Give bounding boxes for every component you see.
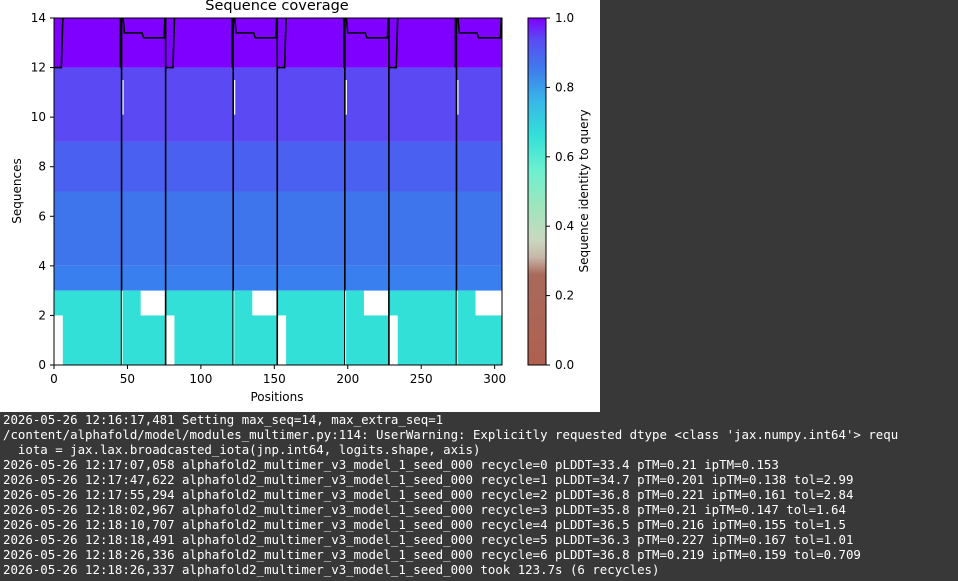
x-tick-label: 150 (263, 372, 286, 386)
coverage-gap-7 (388, 315, 398, 365)
x-axis-label: Positions (251, 390, 304, 404)
y-tick-label: 0 (38, 358, 46, 372)
colorbar-label: Sequence identity to query (577, 109, 591, 272)
coverage-gap-4 (54, 315, 63, 365)
colorbar-tick-label: 0.6 (555, 150, 574, 164)
coverage-gap-1 (252, 290, 278, 316)
chart-title: Sequence coverage (205, 0, 349, 14)
y-tick-label: 4 (38, 259, 46, 273)
console-line: 2026-05-26 12:17:47,622 alphafold2_multi… (3, 472, 854, 487)
coverage-gap-3 (475, 290, 502, 316)
console-line: 2026-05-26 12:18:18,491 alphafold2_multi… (3, 532, 854, 547)
colorbar-tick-label: 0.8 (555, 80, 574, 94)
console-line: 2026-05-26 12:18:02,967 alphafold2_multi… (3, 502, 846, 517)
coverage-gap-6 (277, 315, 287, 365)
console-line: 2026-05-26 12:16:17,481 Setting max_seq=… (3, 412, 444, 427)
coverage-gap-0 (140, 290, 166, 316)
x-tick-label: 50 (120, 372, 135, 386)
console-output: 2026-05-26 12:16:17,481 Setting max_seq=… (0, 412, 958, 581)
coverage-figure: Sequence coverage 0 50 100 150 200 250 300 0 2 4 6… (0, 0, 600, 412)
colorbar-tick-label: 0.0 (555, 358, 574, 372)
console-line: 2026-05-26 12:17:07,058 alphafold2_multi… (3, 457, 779, 472)
x-tick-label: 200 (336, 372, 359, 386)
console-line: 2026-05-26 12:18:26,337 alphafold2_multi… (3, 562, 660, 577)
console-line: 2026-05-26 12:18:26,336 alphafold2_multi… (3, 547, 861, 562)
x-tick-label: 250 (410, 372, 433, 386)
y-axis-label: Sequences (10, 158, 24, 223)
y-tick-label: 2 (38, 308, 46, 322)
coverage-gap-2 (363, 290, 389, 316)
y-tick-label: 6 (38, 209, 46, 223)
x-tick-label: 0 (50, 372, 58, 386)
coverage-chart: Sequence coverage 0 50 100 150 200 250 300 0 2 4 6… (10, 0, 591, 404)
colorbar-tick-label: 1.0 (555, 11, 574, 25)
x-tick-label: 300 (483, 372, 506, 386)
colorbar-tick-label: 0.2 (555, 289, 574, 303)
console-line: 2026-05-26 12:18:10,707 alphafold2_multi… (3, 517, 846, 532)
console-line: /content/alphafold/model/modules_multime… (3, 427, 899, 442)
y-tick-label: 10 (31, 110, 46, 124)
console-line: 2026-05-26 12:17:55,294 alphafold2_multi… (3, 487, 854, 502)
x-tick-label: 100 (189, 372, 212, 386)
y-tick-label: 12 (31, 61, 46, 75)
console-line: iota = jax.lax.broadcasted_iota(jnp.int6… (3, 442, 481, 457)
y-tick-label: 8 (38, 160, 46, 174)
colorbar: 0.0 0.2 0.4 0.6 0.8 1.0 (527, 11, 574, 372)
colorbar-gradient (528, 18, 546, 365)
colorbar-tick-label: 0.4 (555, 219, 574, 233)
coverage-gap-5 (165, 315, 175, 365)
y-tick-label: 14 (31, 11, 46, 25)
